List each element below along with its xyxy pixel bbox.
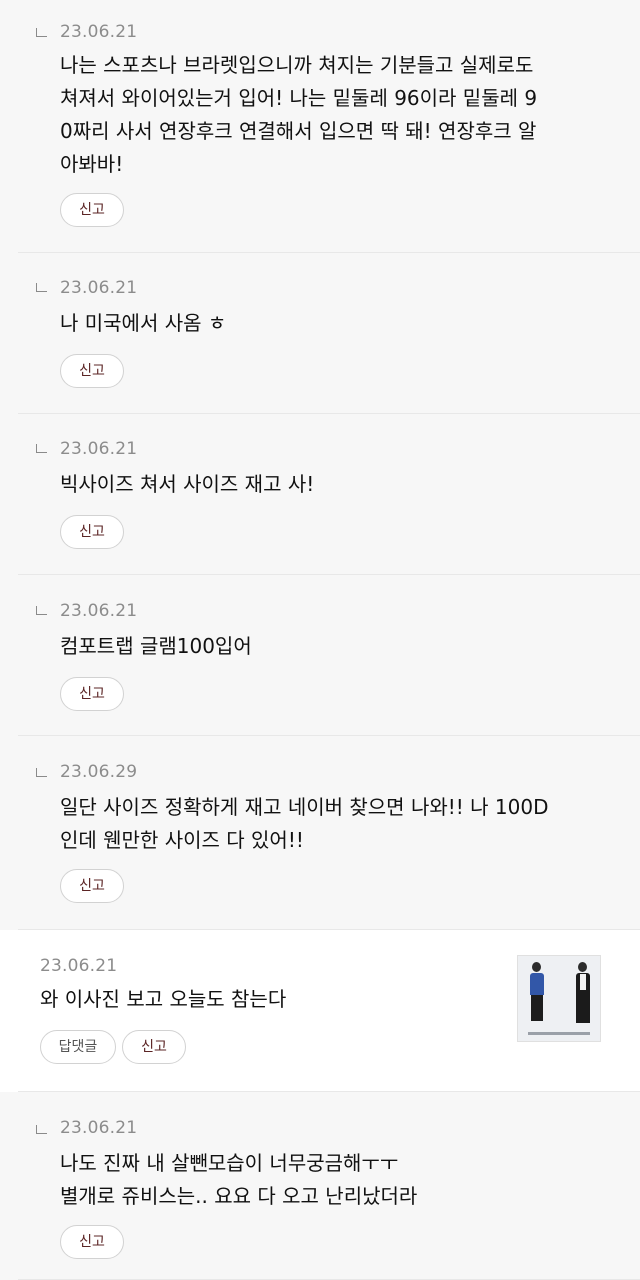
report-button[interactable]: 신고 — [60, 677, 124, 711]
comment-date: 23.06.21 — [60, 601, 138, 621]
comment-thread: 23.06.21 나는 스포츠나 브라렛입으니까 쳐지는 기분들고 실제로도 쳐… — [0, 0, 640, 1280]
report-button[interactable]: 신고 — [60, 515, 124, 549]
comment-photo-thumbnail[interactable] — [517, 955, 601, 1042]
reply-comment: 23.06.21 컴포트랩 글램100입어 신고 — [0, 575, 640, 736]
comment-date: 23.06.21 — [60, 1118, 138, 1138]
comment-date: 23.06.21 — [60, 22, 138, 42]
reply-indent-icon — [36, 768, 47, 777]
reply-comment: 23.06.21 빅사이즈 쳐서 사이즈 재고 사! 신고 — [0, 414, 640, 575]
comment-text: 와 이사진 보고 오늘도 참는다 — [40, 987, 287, 1011]
report-button[interactable]: 신고 — [60, 193, 124, 227]
report-button[interactable]: 신고 — [60, 1225, 124, 1259]
reply-indent-icon — [36, 283, 47, 292]
comment-date: 23.06.21 — [40, 956, 118, 976]
comment-date: 23.06.21 — [60, 278, 138, 298]
reply-button[interactable]: 답댓글 — [40, 1030, 116, 1064]
comment-text: 나도 진짜 내 살뺀모습이 너무궁금해ㅜㅜ 별개로 쥬비스는.. 요요 다 오고… — [60, 1151, 418, 1208]
reply-indent-icon — [36, 444, 47, 453]
person-figure-left — [532, 962, 541, 972]
report-button[interactable]: 신고 — [60, 869, 124, 903]
comment-date: 23.06.21 — [60, 439, 138, 459]
person-figure-right — [578, 962, 587, 972]
comment-date: 23.06.29 — [60, 762, 138, 782]
comment-text: 컴포트랩 글램100입어 — [60, 634, 252, 658]
reply-indent-icon — [36, 606, 47, 615]
reply-indent-icon — [36, 28, 47, 37]
report-button[interactable]: 신고 — [122, 1030, 186, 1064]
reply-comment: 23.06.29 일단 사이즈 정확하게 재고 네이버 찾으면 나와!! 나 1… — [0, 736, 640, 930]
comment-text: 나 미국에서 사옴 ㅎ — [60, 311, 227, 335]
reply-comment: 23.06.21 나는 스포츠나 브라렛입으니까 쳐지는 기분들고 실제로도 쳐… — [0, 0, 640, 253]
reply-comment: 23.06.21 나 미국에서 사옴 ㅎ 신고 — [0, 253, 640, 414]
reply-comment: 23.06.21 나도 진짜 내 살뺀모습이 너무궁금해ㅜㅜ 별개로 쥬비스는.… — [0, 1092, 640, 1280]
reply-indent-icon — [36, 1125, 47, 1134]
comment-text: 일단 사이즈 정확하게 재고 네이버 찾으면 나와!! 나 100D 인데 웬만… — [60, 795, 549, 852]
comment-text: 나는 스포츠나 브라렛입으니까 쳐지는 기분들고 실제로도 쳐져서 와이어있는거… — [60, 53, 538, 176]
report-button[interactable]: 신고 — [60, 354, 124, 388]
comment-text: 빅사이즈 쳐서 사이즈 재고 사! — [60, 472, 315, 496]
